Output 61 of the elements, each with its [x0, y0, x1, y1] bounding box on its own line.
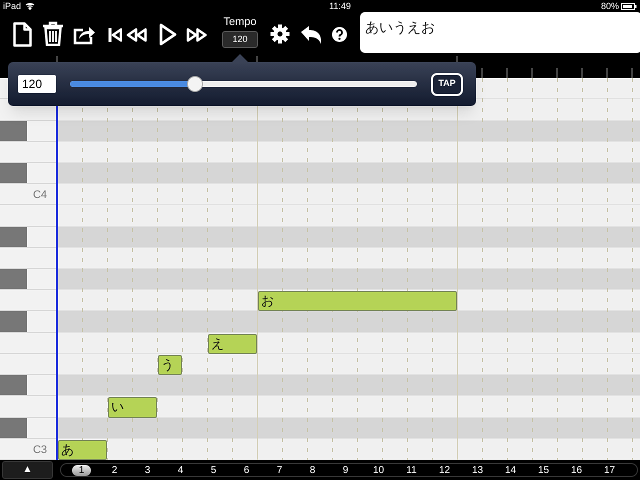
measure-number[interactable]: 17 [604, 464, 616, 476]
note-block[interactable]: い [108, 397, 157, 418]
note-label: C3 [32, 444, 47, 456]
note-block[interactable]: あ [58, 440, 107, 460]
piano-key[interactable] [0, 311, 56, 333]
tap-button[interactable]: TAP [431, 72, 463, 96]
measure-scrubber[interactable]: 1 2 3 4 5 6 7 8 9 10 11 12 13 14 15 16 17 [60, 463, 638, 477]
measure-number[interactable]: 5 [210, 464, 216, 476]
measure-number[interactable]: 3 [144, 464, 150, 476]
sharp-key[interactable] [0, 269, 27, 290]
measure-number[interactable]: 7 [276, 464, 282, 476]
measure-number[interactable]: 14 [504, 464, 516, 476]
sharp-key[interactable] [0, 226, 27, 247]
piano-key[interactable] [0, 269, 56, 290]
measure-number[interactable]: 12 [438, 464, 450, 476]
note-block[interactable]: お [258, 291, 457, 312]
slider-thumb[interactable] [186, 76, 203, 92]
sharp-key[interactable] [0, 375, 27, 396]
tempo-input-field[interactable]: 120 [18, 75, 56, 93]
device-name: iPad [3, 2, 22, 10]
lyrics-field[interactable]: あいうえお [360, 12, 640, 53]
measure-number[interactable]: 11 [406, 464, 417, 476]
measure-number[interactable]: 2 [112, 464, 118, 476]
sharp-key[interactable] [0, 162, 27, 184]
skip-to-start-icon[interactable] [108, 27, 122, 43]
help-icon[interactable] [332, 27, 347, 42]
tempo-slider[interactable] [70, 76, 417, 92]
measure-number[interactable]: 16 [570, 464, 582, 476]
measure-number[interactable]: 4 [178, 464, 184, 476]
piano-key[interactable] [0, 162, 56, 184]
note-label: C4 [32, 190, 47, 202]
delete-icon[interactable] [42, 21, 64, 46]
piano-key[interactable] [0, 375, 56, 396]
note-block[interactable]: え [208, 334, 257, 354]
piano-key[interactable] [0, 120, 56, 142]
share-icon[interactable] [73, 24, 96, 45]
tempo-button[interactable]: 120 [222, 31, 258, 48]
wifi-icon [25, 2, 36, 10]
rewind-icon[interactable] [126, 27, 147, 43]
measure-number[interactable]: 9 [342, 464, 348, 476]
new-document-icon[interactable] [13, 22, 32, 47]
sharp-key[interactable] [0, 120, 27, 141]
settings-icon[interactable] [270, 24, 290, 44]
measure-number[interactable]: 6 [244, 464, 250, 476]
play-icon[interactable] [159, 23, 177, 46]
measure-number[interactable]: 8 [310, 464, 316, 476]
sharp-key[interactable] [0, 418, 27, 438]
fast-forward-icon[interactable] [186, 27, 208, 43]
note-block[interactable]: う [158, 354, 182, 376]
battery-icon [620, 2, 637, 10]
undo-icon[interactable] [300, 25, 323, 45]
measure-number[interactable]: 10 [372, 464, 384, 476]
battery-percent: 80% [600, 2, 619, 10]
measure-number[interactable]: 15 [538, 464, 550, 476]
clock: 11:49 [329, 2, 351, 10]
piano-key[interactable] [0, 226, 56, 248]
piano-key[interactable] [0, 418, 56, 439]
toggle-button[interactable]: ▲ [2, 461, 53, 479]
tempo-label: Tempo [222, 15, 258, 30]
measure-number[interactable]: 1 [72, 464, 92, 476]
measure-number[interactable]: 13 [472, 464, 484, 476]
